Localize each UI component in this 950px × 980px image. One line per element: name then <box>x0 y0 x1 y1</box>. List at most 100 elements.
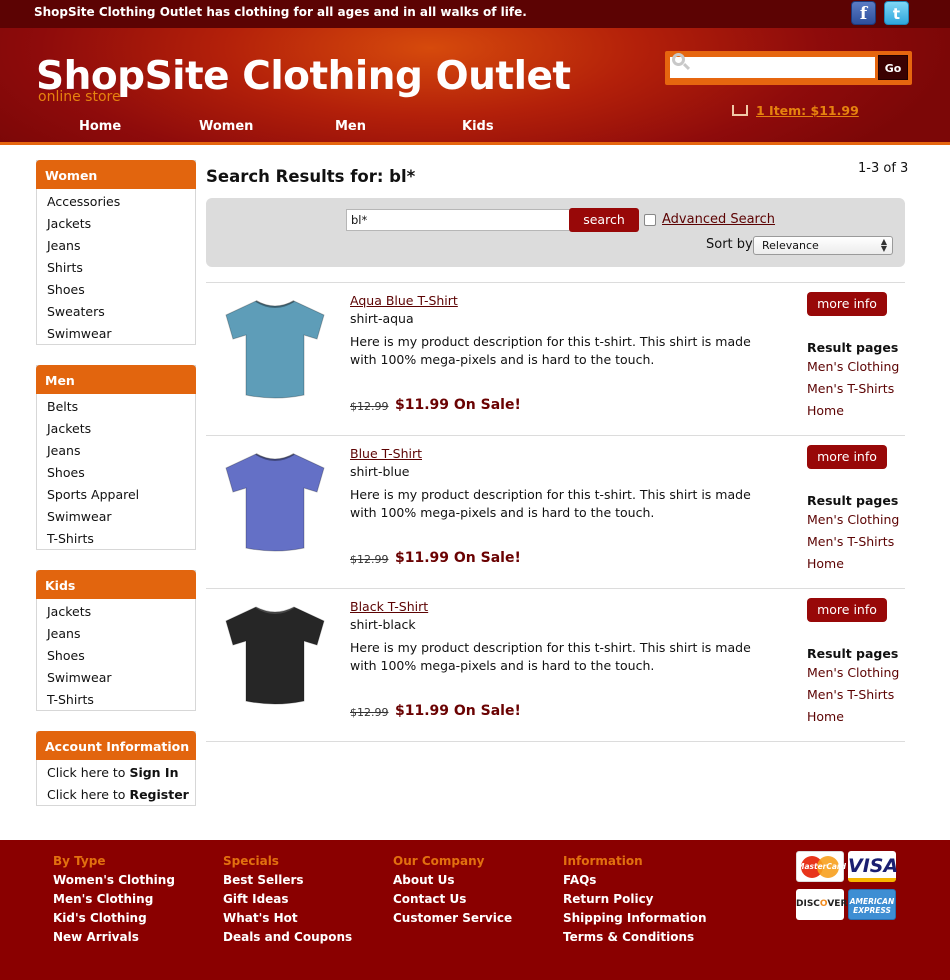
footer-column-specials: Specials Best Sellers Gift Ideas What's … <box>223 854 352 949</box>
result-page-link[interactable]: Home <box>807 556 844 571</box>
footer-link[interactable]: FAQs <box>563 873 707 892</box>
nav-men[interactable]: Men <box>335 119 366 134</box>
sign-in-prefix: Click here to <box>47 765 126 780</box>
sidebar-item[interactable]: Jackets <box>47 213 195 235</box>
product-sku: shirt-aqua <box>350 311 414 326</box>
product-row: Blue T-Shirt shirt-blue Here is my produ… <box>206 436 905 588</box>
footer-link[interactable]: Customer Service <box>393 911 512 930</box>
nav-kids[interactable]: Kids <box>462 119 494 134</box>
cart-link[interactable]: 1 Item: $11.99 <box>756 103 859 118</box>
facebook-icon[interactable]: f <box>851 1 876 25</box>
sort-select[interactable]: Relevance ▲ ▼ <box>753 236 893 255</box>
results-count: 1-3 of 3 <box>858 161 909 176</box>
product-sku: shirt-black <box>350 617 416 632</box>
sidebar-item[interactable]: Jackets <box>47 601 195 623</box>
footer-link[interactable]: Shipping Information <box>563 911 707 930</box>
advanced-search-checkbox[interactable] <box>644 214 656 226</box>
footer-link[interactable]: Return Policy <box>563 892 707 911</box>
result-page-link[interactable]: Men's Clothing <box>807 359 899 374</box>
twitter-icon[interactable]: t <box>884 1 909 25</box>
sidebar-women-title[interactable]: Women <box>36 160 196 189</box>
sidebar-item[interactable]: Swimwear <box>47 506 195 528</box>
sidebar-item[interactable]: Belts <box>47 396 195 418</box>
search-query-input[interactable]: bl* <box>346 209 570 231</box>
result-page-link[interactable]: Men's T-Shirts <box>807 534 894 549</box>
product-image[interactable] <box>220 448 330 554</box>
product-image[interactable] <box>220 295 330 401</box>
footer-link[interactable]: Kid's Clothing <box>53 911 175 930</box>
sidebar-item[interactable]: Shoes <box>47 279 195 301</box>
footer-link[interactable]: New Arrivals <box>53 930 175 949</box>
sidebar-item[interactable]: Swimwear <box>47 667 195 689</box>
sidebar-item[interactable]: T-Shirts <box>47 689 195 711</box>
nav-home[interactable]: Home <box>79 119 121 134</box>
tshirt-icon <box>225 300 325 399</box>
sidebar-item[interactable]: Swimwear <box>47 323 195 345</box>
sign-in-link[interactable]: Click here to Sign In <box>47 762 195 784</box>
search-button[interactable]: search <box>569 208 639 232</box>
footer-link[interactable]: About Us <box>393 873 512 892</box>
footer-link[interactable]: Terms & Conditions <box>563 930 707 949</box>
result-page-link[interactable]: Men's Clothing <box>807 665 899 680</box>
sign-in-label[interactable]: Sign In <box>129 765 178 780</box>
mastercard-icon: MasterCard <box>796 851 846 882</box>
product-old-price: $12.99 <box>350 706 389 719</box>
register-link[interactable]: Click here to Register <box>47 784 195 806</box>
sort-select-value: Relevance <box>762 239 819 252</box>
footer-link[interactable]: Deals and Coupons <box>223 930 352 949</box>
header-search-go-button[interactable]: Go <box>878 55 908 80</box>
footer-link[interactable]: Best Sellers <box>223 873 352 892</box>
footer: By Type Women's Clothing Men's Clothing … <box>0 840 950 980</box>
nav-women[interactable]: Women <box>199 119 253 134</box>
advanced-search-link[interactable]: Advanced Search <box>662 212 775 227</box>
more-info-button[interactable]: more info <box>807 598 887 622</box>
amex-label-a: AMERICAN <box>849 897 895 906</box>
footer-link[interactable]: Women's Clothing <box>53 873 175 892</box>
result-page-link[interactable]: Home <box>807 403 844 418</box>
header-divider <box>0 142 950 145</box>
cart-summary[interactable]: 1 Item: $11.99 <box>732 103 859 118</box>
footer-link[interactable]: Gift Ideas <box>223 892 352 911</box>
header-search: Go <box>665 51 912 85</box>
mastercard-label: MasterCard <box>797 862 846 871</box>
site-tagline: ShopSite Clothing Outlet has clothing fo… <box>34 5 527 19</box>
sidebar-women: Women Accessories Jackets Jeans Shirts S… <box>36 160 196 345</box>
sidebar-item[interactable]: Sports Apparel <box>47 484 195 506</box>
sidebar-item[interactable]: Jeans <box>47 623 195 645</box>
tshirt-icon <box>225 606 325 705</box>
result-pages-title: Result pages <box>807 646 899 661</box>
sidebar-men-title[interactable]: Men <box>36 365 196 394</box>
sidebar-item[interactable]: Shoes <box>47 462 195 484</box>
sidebar-item[interactable]: Jeans <box>47 235 195 257</box>
result-pages-title: Result pages <box>807 493 899 508</box>
sidebar-account: Account Information Click here to Sign I… <box>36 731 196 806</box>
sidebar-kids-title[interactable]: Kids <box>36 570 196 599</box>
sidebar-item[interactable]: Shirts <box>47 257 195 279</box>
result-page-link[interactable]: Men's T-Shirts <box>807 687 894 702</box>
result-page-link[interactable]: Men's T-Shirts <box>807 381 894 396</box>
result-page-link[interactable]: Men's Clothing <box>807 512 899 527</box>
discover-label-a: DISC <box>796 899 820 909</box>
sidebar-item[interactable]: Sweaters <box>47 301 195 323</box>
product-name[interactable]: Black T-Shirt <box>350 599 428 614</box>
search-panel: bl* search Advanced Search Sort by: Rele… <box>206 198 905 267</box>
more-info-button[interactable]: more info <box>807 292 887 316</box>
sidebar-item[interactable]: Accessories <box>47 191 195 213</box>
sidebar-item[interactable]: Jeans <box>47 440 195 462</box>
sidebar-item[interactable]: Shoes <box>47 645 195 667</box>
sidebar-item[interactable]: T-Shirts <box>47 528 195 550</box>
footer-link[interactable]: What's Hot <box>223 911 352 930</box>
footer-link[interactable]: Contact Us <box>393 892 512 911</box>
product-name[interactable]: Aqua Blue T-Shirt <box>350 293 458 308</box>
product-image[interactable] <box>220 601 330 707</box>
product-name[interactable]: Blue T-Shirt <box>350 446 422 461</box>
register-label[interactable]: Register <box>129 787 188 802</box>
header-search-input[interactable] <box>670 57 875 78</box>
footer-heading: By Type <box>53 854 106 868</box>
sidebar-item[interactable]: Jackets <box>47 418 195 440</box>
result-pages-title: Result pages <box>807 340 899 355</box>
result-page-link[interactable]: Home <box>807 709 844 724</box>
product-row: Black T-Shirt shirt-black Here is my pro… <box>206 589 905 741</box>
footer-link[interactable]: Men's Clothing <box>53 892 175 911</box>
more-info-button[interactable]: more info <box>807 445 887 469</box>
